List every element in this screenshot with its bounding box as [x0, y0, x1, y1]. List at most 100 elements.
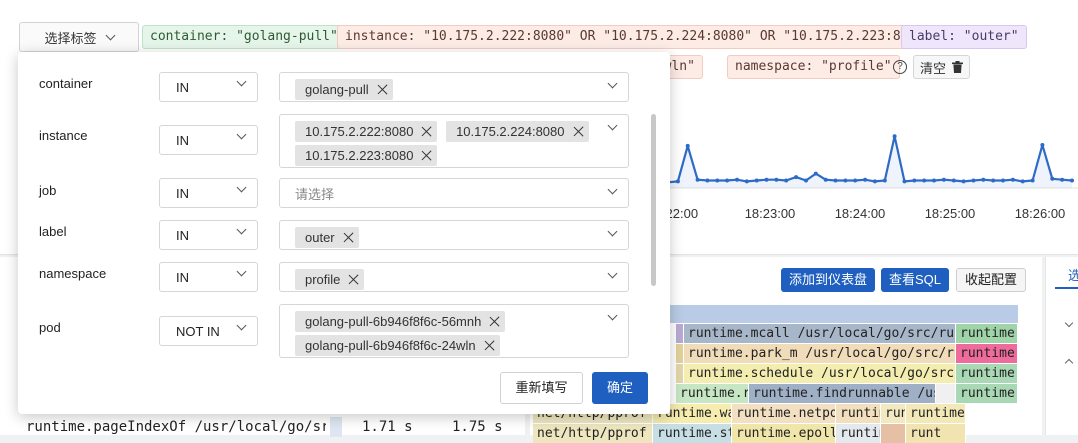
- data-point[interactable]: [853, 178, 858, 183]
- flamegraph-frame[interactable]: runtime.findrunnable /usr/local/go/src/r…: [749, 384, 936, 403]
- close-icon[interactable]: [377, 84, 388, 95]
- close-icon[interactable]: [348, 274, 359, 285]
- data-point[interactable]: [774, 177, 779, 182]
- flamegraph-frame[interactable]: net/http/pprof: [533, 424, 653, 443]
- data-point[interactable]: [843, 178, 848, 183]
- data-point[interactable]: [912, 178, 917, 183]
- filter-tag-label[interactable]: label: "outer": [901, 25, 1027, 49]
- flamegraph-frame[interactable]: runtime.mcall /usr/local/go/src/runtime/…: [684, 324, 956, 343]
- flamegraph-frame[interactable]: runtime.: [836, 424, 881, 443]
- flamegraph-frame[interactable]: [676, 324, 684, 343]
- close-icon[interactable]: [343, 232, 354, 243]
- operator-select[interactable]: NOT IN: [159, 316, 258, 346]
- reset-button[interactable]: 重新填写: [500, 372, 583, 404]
- add-to-dashboard-button[interactable]: 添加到仪表盘: [781, 268, 876, 292]
- value-select[interactable]: 请选择: [279, 178, 629, 208]
- flamegraph-frame[interactable]: run: [881, 404, 906, 423]
- data-point[interactable]: [754, 178, 759, 183]
- view-sql-button[interactable]: 查看SQL: [881, 268, 950, 292]
- data-point[interactable]: [1020, 179, 1025, 184]
- data-point[interactable]: [1070, 178, 1074, 183]
- close-icon[interactable]: [489, 316, 500, 327]
- popup-scrollbar[interactable]: [651, 114, 656, 286]
- help-icon[interactable]: ?: [893, 60, 907, 74]
- data-point[interactable]: [833, 178, 838, 183]
- value-select[interactable]: 10.175.2.222:8080 10.175.2.224:8080 10.1…: [279, 114, 629, 168]
- operator-select[interactable]: IN: [159, 220, 258, 250]
- filter-tag-namespace[interactable]: namespace: "profile": [727, 55, 900, 79]
- close-icon[interactable]: [421, 126, 432, 137]
- flamegraph-frame[interactable]: runtime.goexit /usr/local/go/src: [956, 324, 1018, 343]
- data-point[interactable]: [941, 177, 946, 182]
- flamegraph-frame[interactable]: runtime.goparkunlock: [956, 364, 1018, 383]
- flamegraph-frame[interactable]: [881, 424, 906, 443]
- value-select[interactable]: golang-pull: [279, 72, 629, 102]
- data-point[interactable]: [1060, 177, 1065, 182]
- flamegraph-frame[interactable]: runtime: [906, 404, 966, 423]
- flamegraph-frame[interactable]: runtime.schedule: [956, 344, 1018, 363]
- operator-select[interactable]: IN: [159, 72, 258, 102]
- data-point[interactable]: [804, 178, 808, 183]
- data-point[interactable]: [892, 134, 897, 139]
- flamegraph-frame[interactable]: runtime.epoll: [732, 424, 836, 443]
- flamegraph-frame[interactable]: runtime.park_m /usr/local/go/src/runtime…: [684, 344, 956, 363]
- data-point[interactable]: [744, 179, 749, 184]
- data-point[interactable]: [784, 178, 789, 183]
- data-point[interactable]: [705, 178, 710, 183]
- flamegraph-frame[interactable]: [676, 344, 684, 363]
- confirm-button[interactable]: 确定: [592, 372, 648, 404]
- flamegraph-frame[interactable]: runtime.netpoll: [732, 404, 836, 423]
- flamegraph-frame[interactable]: [936, 384, 956, 403]
- operator-select[interactable]: IN: [159, 262, 258, 292]
- data-point[interactable]: [991, 178, 996, 183]
- close-icon[interactable]: [421, 150, 432, 161]
- side-tab[interactable]: 选: [1068, 265, 1078, 284]
- flamegraph-frame[interactable]: [676, 364, 684, 383]
- operator-select[interactable]: IN: [159, 178, 258, 208]
- data-point[interactable]: [951, 178, 956, 183]
- table-row[interactable]: runtime.pageIndexOf /usr/local/go/sr... …: [18, 417, 525, 437]
- data-point[interactable]: [902, 179, 907, 184]
- data-point[interactable]: [1030, 178, 1035, 183]
- data-point[interactable]: [1010, 177, 1015, 182]
- flamegraph-frame[interactable]: runt: [906, 424, 966, 443]
- operator-select[interactable]: IN: [159, 125, 258, 155]
- data-point[interactable]: [794, 175, 799, 180]
- data-point[interactable]: [823, 177, 828, 182]
- data-point[interactable]: [882, 178, 887, 183]
- filter-tag-container[interactable]: container: "golang-pull": [142, 25, 346, 49]
- flamegraph-frame[interactable]: runtime.st: [653, 424, 732, 443]
- clear-button[interactable]: 清空: [913, 55, 971, 79]
- data-point[interactable]: [1050, 176, 1055, 181]
- value-select[interactable]: profile: [279, 262, 629, 292]
- data-point[interactable]: [725, 178, 730, 183]
- data-point[interactable]: [932, 178, 936, 183]
- flamegraph-frame[interactable]: runtime.re: [676, 384, 749, 403]
- select-label-button[interactable]: 选择标签: [19, 22, 139, 52]
- trash-icon: [952, 61, 964, 73]
- close-icon[interactable]: [573, 126, 584, 137]
- data-point[interactable]: [971, 178, 976, 183]
- data-point[interactable]: [1001, 178, 1005, 183]
- filter-tag-instance[interactable]: instance: "10.175.2.222:8080" OR "10.175…: [337, 25, 940, 49]
- data-point[interactable]: [922, 178, 927, 183]
- close-icon[interactable]: [484, 340, 495, 351]
- data-point[interactable]: [961, 179, 966, 184]
- value-select[interactable]: golang-pull-6b946f8f6c-56mnh golang-pull…: [279, 304, 629, 358]
- data-point[interactable]: [764, 177, 769, 182]
- data-point[interactable]: [695, 177, 700, 182]
- data-point[interactable]: [863, 177, 868, 182]
- flamegraph-frame[interactable]: runtime.: [836, 404, 881, 423]
- data-point[interactable]: [735, 177, 739, 182]
- data-point[interactable]: [1040, 143, 1045, 147]
- flamegraph-frame[interactable]: runtime.schedule /usr/local/go/src/runti…: [684, 364, 956, 383]
- flamegraph-frame[interactable]: runtime.gopark: [956, 384, 1018, 403]
- data-point[interactable]: [715, 178, 720, 183]
- data-point[interactable]: [872, 179, 877, 184]
- data-point[interactable]: [813, 171, 818, 176]
- data-point[interactable]: [685, 143, 690, 148]
- collapse-config-button[interactable]: 收起配置: [956, 268, 1027, 292]
- value-select[interactable]: outer: [279, 220, 629, 250]
- data-point[interactable]: [675, 179, 680, 184]
- data-point[interactable]: [981, 177, 986, 182]
